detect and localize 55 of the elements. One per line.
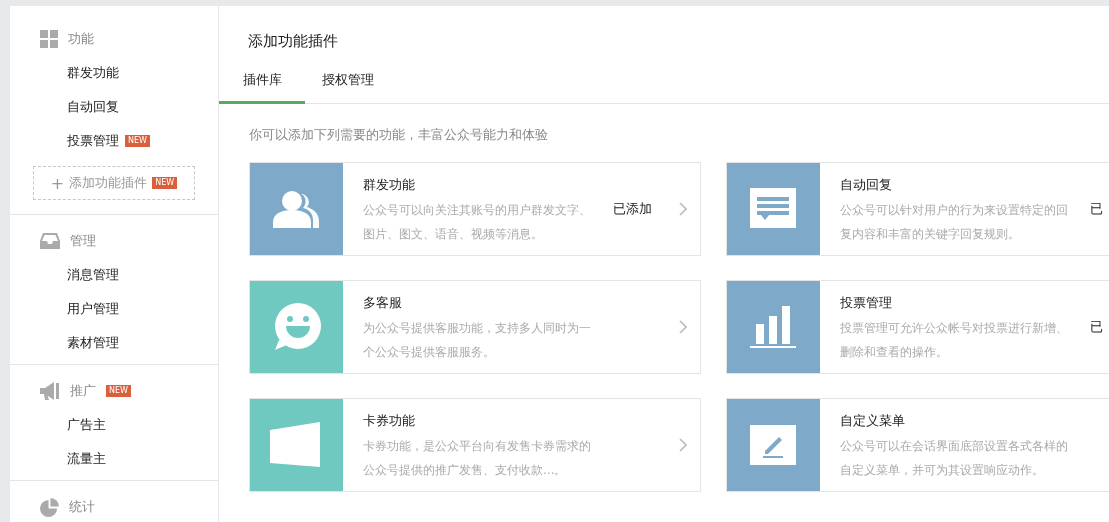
card-title: 群发功能 xyxy=(363,176,416,194)
chevron-right-icon xyxy=(679,320,687,334)
card-description: 为公众号提供客服功能，支持多人同时为一个公众号提供客服服务。 xyxy=(363,320,592,361)
sidebar-item[interactable]: 消息管理 xyxy=(67,266,119,284)
sidebar-item[interactable]: 素材管理 xyxy=(67,334,119,352)
sidebar-item[interactable]: 自动回复 xyxy=(67,98,119,116)
plus-icon: + xyxy=(50,173,65,193)
megaphone-icon xyxy=(40,382,60,400)
section-label: 管理 xyxy=(70,232,96,250)
people-icon xyxy=(273,190,319,228)
card-title: 卡券功能 xyxy=(363,412,416,430)
sidebar-item[interactable]: 广告主 xyxy=(67,416,106,434)
new-badge: NEW xyxy=(106,385,131,397)
pie-chart-icon xyxy=(40,497,59,517)
sidebar-item[interactable]: 投票管理 xyxy=(67,132,119,150)
section-label: 推广 xyxy=(70,382,96,400)
tab[interactable]: 插件库 xyxy=(219,63,305,104)
card-description: 公众号可以针对用户的行为来设置特定的回复内容和丰富的关键字回复规则。 xyxy=(840,202,1069,243)
added-status: 已添加 xyxy=(613,200,652,218)
card-description: 投票管理可允许公众帐号对投票进行新增、删除和查看的操作。 xyxy=(840,320,1069,361)
card-title: 投票管理 xyxy=(840,294,893,312)
plugin-card[interactable]: 多客服 为公众号提供客服功能，支持多人同时为一个公众号提供客服服务。 xyxy=(249,280,701,374)
card-title: 多客服 xyxy=(363,294,403,312)
sidebar-item[interactable]: 用户管理 xyxy=(67,300,119,318)
section-label: 功能 xyxy=(68,30,94,48)
added-status: 已 xyxy=(1090,200,1103,218)
card-description: 公众号可以向关注其账号的用户群发文字、图片、图文、语音、视频等消息。 xyxy=(363,202,592,243)
card-description: 公众号可以在会话界面底部设置各式各样的自定义菜单，并可为其设置响应动作。 xyxy=(840,438,1069,479)
plugin-card[interactable]: 投票管理 投票管理可允许公众帐号对投票进行新增、删除和查看的操作。 已 xyxy=(726,280,1109,374)
plugin-card[interactable]: 自动回复 公众号可以针对用户的行为来设置特定的回复内容和丰富的关键字回复规则。 已 xyxy=(726,162,1109,256)
inbox-icon xyxy=(40,233,60,249)
card-description: 卡券功能，是公众平台向有发售卡券需求的公众号提供的推广发售、支付收款...。 xyxy=(363,438,592,479)
page-title: 添加功能插件 xyxy=(248,32,339,51)
tab[interactable]: 授权管理 xyxy=(305,63,391,104)
add-plugin-button[interactable]: + 添加功能插件 NEW xyxy=(33,166,195,200)
grid-icon xyxy=(40,30,58,48)
plugin-card[interactable]: 群发功能 公众号可以向关注其账号的用户群发文字、图片、图文、语音、视频等消息。 已添加 xyxy=(249,162,701,256)
bar-chart-icon xyxy=(750,306,796,348)
edit-icon xyxy=(750,425,796,465)
card-title: 自动回复 xyxy=(840,176,893,194)
chevron-right-icon xyxy=(679,202,687,216)
section-label: 统计 xyxy=(69,498,95,516)
sidebar-item[interactable]: 流量主 xyxy=(67,450,106,468)
intro-text: 你可以添加下列需要的功能，丰富公众号能力和体验 xyxy=(249,126,549,144)
plugin-card[interactable]: 自定义菜单 公众号可以在会话界面底部设置各式各样的自定义菜单，并可为其设置响应动作。 xyxy=(726,398,1109,492)
sidebar-item[interactable]: 群发功能 xyxy=(67,64,119,82)
add-plugin-label: 添加功能插件 xyxy=(69,174,148,192)
new-badge: NEW xyxy=(152,177,178,189)
plugin-card[interactable]: 卡券功能 卡券功能，是公众平台向有发售卡券需求的公众号提供的推广发售、支付收款...。 xyxy=(249,398,701,492)
message-icon xyxy=(750,188,796,230)
chevron-right-icon xyxy=(679,438,687,452)
new-badge: NEW xyxy=(125,135,150,147)
added-status: 已 xyxy=(1090,318,1103,336)
card-title: 自定义菜单 xyxy=(840,412,906,430)
card-icon xyxy=(270,422,322,468)
